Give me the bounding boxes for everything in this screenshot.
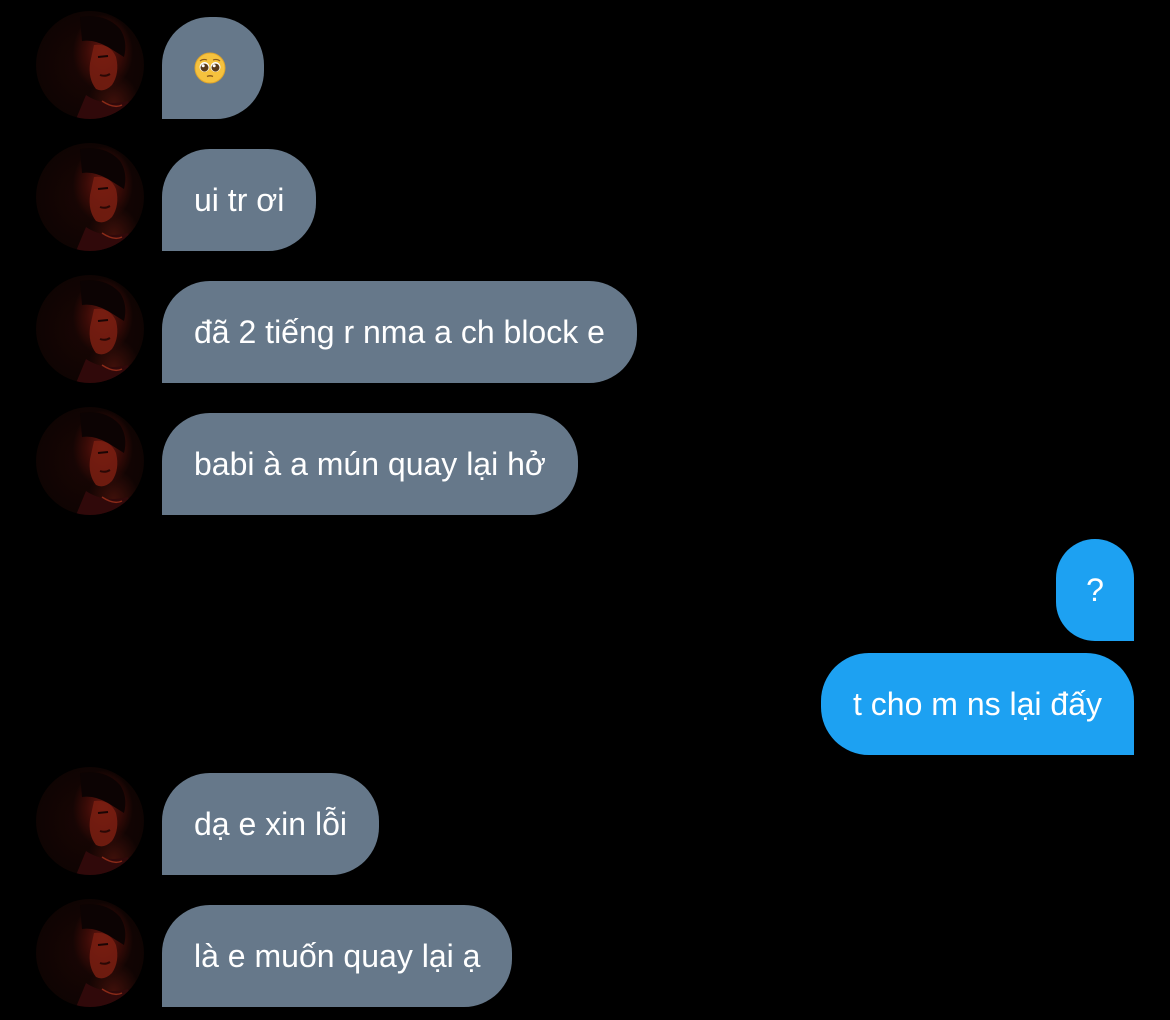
sender-avatar[interactable] [36,143,144,251]
sender-avatar[interactable] [36,275,144,383]
sender-photo [75,15,137,119]
message-text: ui tr ơi [194,182,285,218]
message-text: đã 2 tiếng r nma a ch block e [194,314,605,350]
sender-photo [75,147,137,251]
message-bubble[interactable]: ui tr ơi [162,149,317,251]
message-bubble[interactable]: babi à a mún quay lại hở [162,413,578,515]
sender-photo [75,771,137,875]
message-bubble[interactable]: dạ e xin lỗi [162,773,379,875]
message-text: dạ e xin lỗi [194,806,347,842]
sender-photo [75,279,137,383]
message-bubble[interactable]: là e muốn quay lại ạ [162,905,513,1007]
message-text: ? [1086,572,1104,608]
sender-photo [75,411,137,515]
sender-avatar[interactable] [36,899,144,1007]
sender-avatar[interactable] [36,767,144,875]
message-bubble-sent[interactable]: ? [1056,539,1134,641]
sender-avatar[interactable] [36,11,144,119]
sender-photo [75,903,137,1007]
message-text: là e muốn quay lại ạ [194,938,481,974]
pleading-face-emoji-icon [194,52,226,84]
sender-avatar[interactable] [36,407,144,515]
message-bubble[interactable]: đã 2 tiếng r nma a ch block e [162,281,637,383]
message-bubble-sent[interactable]: t cho m ns lại đấy [821,653,1134,755]
message-bubble[interactable] [162,17,264,119]
message-text: babi à a mún quay lại hở [194,446,546,482]
message-text: t cho m ns lại đấy [853,686,1102,722]
